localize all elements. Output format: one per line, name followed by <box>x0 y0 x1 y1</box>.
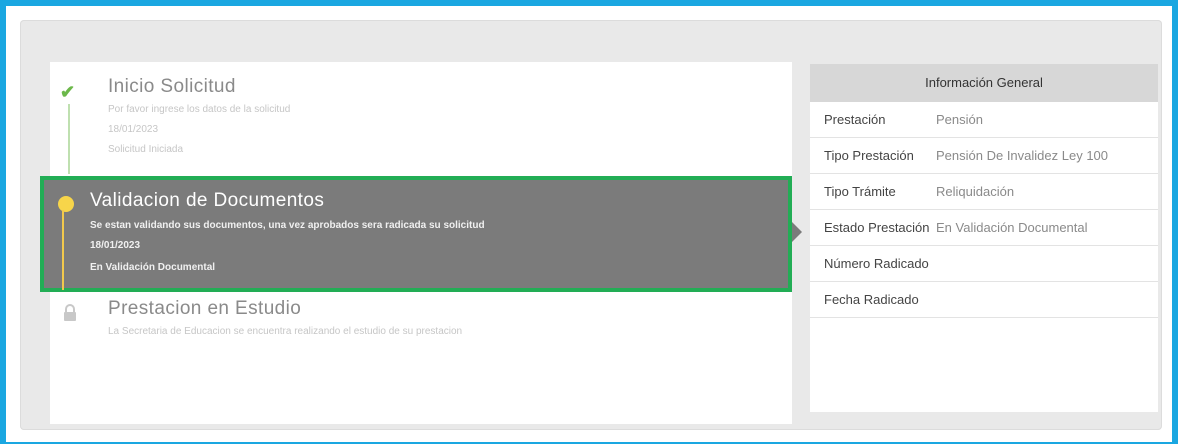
step-date: 18/01/2023 <box>108 124 159 135</box>
pointer-arrow <box>792 222 802 242</box>
timeline-step-validacion-documentos[interactable]: Validacion de Documentos Se estan valida… <box>40 176 802 292</box>
informacion-general-table: Información General Prestación Pensión T… <box>810 64 1158 412</box>
timeline-step-prestacion-estudio[interactable]: Prestacion en Estudio La Secretaria de E… <box>50 294 792 354</box>
info-row-tipo-prestacion: Tipo Prestación Pensión De Invalidez Ley… <box>810 138 1158 174</box>
info-value <box>936 282 1158 317</box>
info-label: Fecha Radicado <box>824 292 919 307</box>
info-row-fecha-radicado: Fecha Radicado <box>810 282 1158 318</box>
info-label: Tipo Trámite <box>824 184 896 199</box>
info-row-tipo-tramite: Tipo Trámite Reliquidación <box>810 174 1158 210</box>
info-value <box>936 246 1158 281</box>
info-row-estado-prestacion: Estado Prestación En Validación Document… <box>810 210 1158 246</box>
step-title: Prestacion en Estudio <box>108 298 302 319</box>
progress-timeline: ✔ Inicio Solicitud Por favor ingrese los… <box>40 62 802 424</box>
info-row-prestacion: Prestación Pensión <box>810 102 1158 138</box>
lock-icon <box>62 304 78 322</box>
info-value: Pensión <box>936 112 983 127</box>
info-value: En Validación Documental <box>936 220 1088 235</box>
step-description: La Secretaria de Educacion se encuentra … <box>108 326 463 337</box>
current-dot-icon <box>58 196 74 212</box>
solicitud-panel: ✔ Inicio Solicitud Por favor ingrese los… <box>20 20 1162 430</box>
step-status: En Validación Documental <box>90 262 216 273</box>
step-description: Se estan validando sus documentos, una v… <box>90 220 485 231</box>
timeline-step-inicio-solicitud[interactable]: ✔ Inicio Solicitud Por favor ingrese los… <box>50 62 792 174</box>
info-label: Número Radicado <box>824 256 929 271</box>
info-label: Tipo Prestación <box>824 148 914 163</box>
window-frame: ✔ Inicio Solicitud Por favor ingrese los… <box>0 0 1178 444</box>
step-description: Por favor ingrese los datos de la solici… <box>108 104 291 115</box>
info-header: Información General <box>810 64 1158 102</box>
step-status: Solicitud Iniciada <box>108 144 184 155</box>
step-date: 18/01/2023 <box>90 240 141 251</box>
info-label: Prestación <box>824 112 886 127</box>
info-label: Estado Prestación <box>824 220 930 235</box>
check-icon: ✔ <box>60 82 76 102</box>
step-title: Inicio Solicitud <box>108 76 236 97</box>
timeline-connector <box>68 104 70 174</box>
step-title: Validacion de Documentos <box>90 190 325 211</box>
info-value: Reliquidación <box>936 184 1015 199</box>
timeline-connector <box>62 210 64 290</box>
info-value: Pensión De Invalidez Ley 100 <box>936 148 1109 163</box>
info-row-numero-radicado: Número Radicado <box>810 246 1158 282</box>
